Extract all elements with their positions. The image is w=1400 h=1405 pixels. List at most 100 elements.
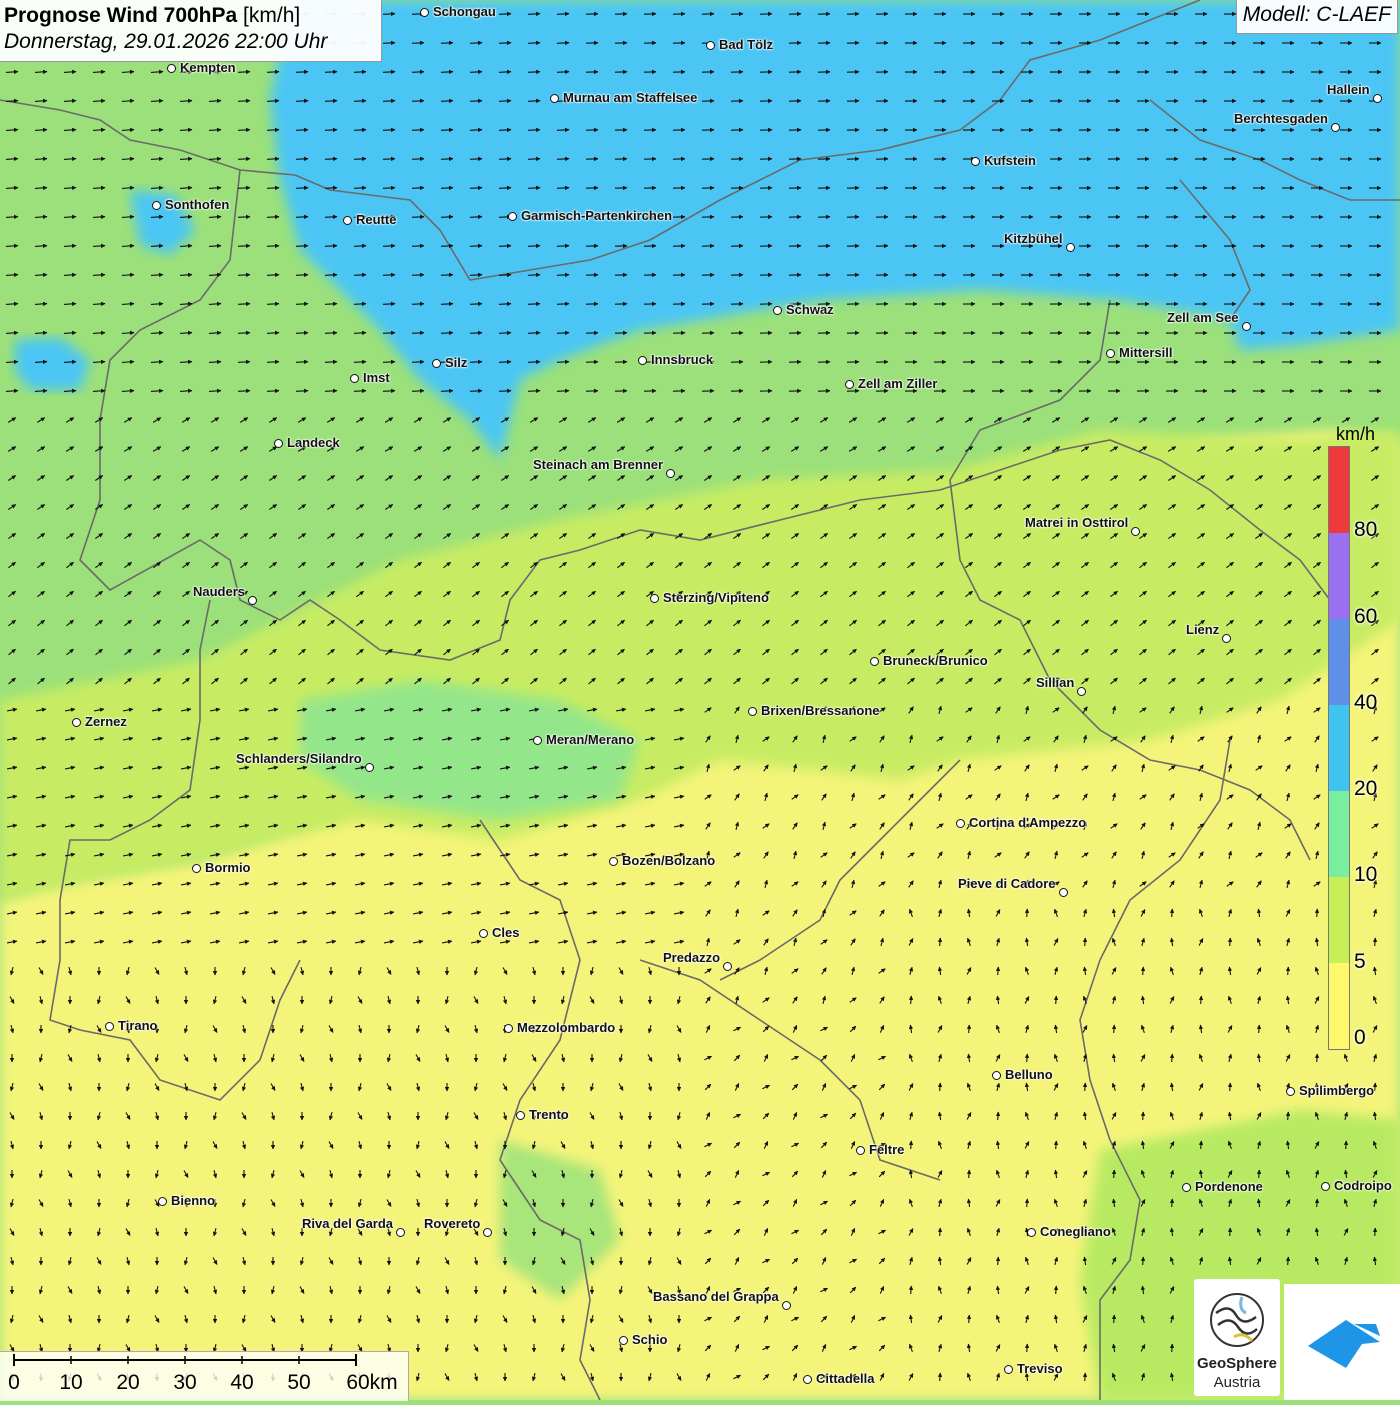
city-label: Bad Tölz <box>719 37 773 52</box>
city-label: Mittersill <box>1119 345 1172 360</box>
map-title-unit: [km/h] <box>243 4 300 27</box>
map-title: Prognose Wind 700hPa [km/h] <box>4 4 381 28</box>
city-marker <box>1286 1087 1295 1096</box>
city-label: Rovereto <box>424 1216 480 1231</box>
city-marker <box>274 439 283 448</box>
app-logo-icon <box>1284 1284 1400 1400</box>
city-marker <box>365 763 374 772</box>
city-label: Treviso <box>1017 1361 1063 1376</box>
city-label: Kempten <box>180 60 236 75</box>
city-marker <box>350 374 359 383</box>
city-marker <box>192 864 201 873</box>
city-marker <box>845 380 854 389</box>
geosphere-country: Austria <box>1194 1374 1280 1391</box>
city-label: Bassano del Grappa <box>653 1289 779 1304</box>
city-marker <box>1222 634 1231 643</box>
app-logo[interactable] <box>1284 1284 1400 1400</box>
model-label: Modell: C-LAEF <box>1236 0 1398 34</box>
city-label: Bienno <box>171 1193 215 1208</box>
city-label: Zernez <box>85 714 127 729</box>
city-label: Matrei in Osttirol <box>1025 515 1128 530</box>
legend-segment <box>1329 877 1349 963</box>
city-marker <box>420 8 429 17</box>
city-label: Cittadella <box>816 1371 875 1386</box>
city-label: Bormio <box>205 860 251 875</box>
city-label: Meran/Merano <box>546 732 634 747</box>
scale-label: 60km <box>346 1371 397 1395</box>
city-layer: Schongau Bad Tölz Kempten Murnau am Staffel… <box>0 0 1400 1400</box>
city-marker <box>1066 243 1075 252</box>
city-label: Schio <box>632 1332 667 1347</box>
city-label: Steinach am Brenner <box>533 457 663 472</box>
city-marker <box>666 469 675 478</box>
city-label: Innsbruck <box>651 352 713 367</box>
legend-tick-label: 60 <box>1354 605 1377 629</box>
city-label: Trento <box>529 1107 569 1122</box>
legend-tick-label: 5 <box>1354 950 1366 974</box>
city-label: Codroipo <box>1334 1178 1392 1193</box>
city-marker <box>856 1146 865 1155</box>
legend-tick-label: 20 <box>1354 777 1377 801</box>
city-marker <box>1077 687 1086 696</box>
city-marker <box>1321 1182 1330 1191</box>
scale-label: 20 <box>116 1371 139 1395</box>
city-marker <box>152 201 161 210</box>
legend-tick-label: 10 <box>1354 863 1377 887</box>
city-marker <box>638 356 647 365</box>
city-marker <box>1331 123 1340 132</box>
city-marker <box>1242 322 1251 331</box>
city-label: Sterzing/Vipiteno <box>663 590 769 605</box>
city-marker <box>343 216 352 225</box>
city-marker <box>773 306 782 315</box>
city-label: Hallein <box>1327 82 1370 97</box>
forecast-datetime: Donnerstag, 29.01.2026 22:00 Uhr <box>4 30 381 54</box>
legend-segment <box>1329 705 1349 791</box>
city-label: Reutte <box>356 212 396 227</box>
legend-segment <box>1329 791 1349 877</box>
city-label: Zell am Ziller <box>858 376 937 391</box>
city-label: Sonthofen <box>165 197 229 212</box>
city-label: Bruneck/Brunico <box>883 653 988 668</box>
city-label: Kitzbühel <box>1004 231 1063 246</box>
city-marker <box>72 718 81 727</box>
city-label: Cortina d'Ampezzo <box>969 815 1086 830</box>
city-label: Murnau am Staffelsee <box>563 90 697 105</box>
city-marker <box>782 1301 791 1310</box>
scale-label: 50 <box>287 1371 310 1395</box>
legend-tick-label: 0 <box>1354 1026 1366 1050</box>
city-marker <box>1027 1228 1036 1237</box>
scale-label: 30 <box>173 1371 196 1395</box>
city-label: Schongau <box>433 4 496 19</box>
legend-segment <box>1329 963 1349 1049</box>
city-marker <box>971 157 980 166</box>
city-label: Spilimbergo <box>1299 1083 1374 1098</box>
scale-label: 10 <box>59 1371 82 1395</box>
geosphere-name: GeoSphere <box>1194 1355 1280 1372</box>
scale-bar: 0102030405060km <box>0 1351 409 1401</box>
city-label: Imst <box>363 370 390 385</box>
city-marker <box>432 359 441 368</box>
geosphere-logo[interactable]: GeoSphere Austria <box>1194 1279 1280 1396</box>
city-marker <box>167 64 176 73</box>
city-marker <box>508 212 517 221</box>
city-label: Landeck <box>287 435 340 450</box>
city-marker <box>483 1228 492 1237</box>
color-legend: km/h 051020406080 <box>1328 420 1390 1060</box>
city-marker <box>550 94 559 103</box>
city-marker <box>396 1228 405 1237</box>
city-label: Bozen/Bolzano <box>622 853 715 868</box>
city-marker <box>870 657 879 666</box>
city-marker <box>1004 1365 1013 1374</box>
city-label: Pieve di Cadore <box>958 876 1056 891</box>
legend-segment <box>1329 533 1349 619</box>
city-label: Cles <box>492 925 519 940</box>
city-marker <box>748 707 757 716</box>
city-marker <box>650 594 659 603</box>
geosphere-emblem-icon <box>1194 1285 1280 1355</box>
city-label: Feltre <box>869 1142 904 1157</box>
city-label: Lienz <box>1186 622 1219 637</box>
city-marker <box>706 41 715 50</box>
legend-unit: km/h <box>1336 424 1375 445</box>
city-marker <box>803 1375 812 1384</box>
city-label: Kufstein <box>984 153 1036 168</box>
